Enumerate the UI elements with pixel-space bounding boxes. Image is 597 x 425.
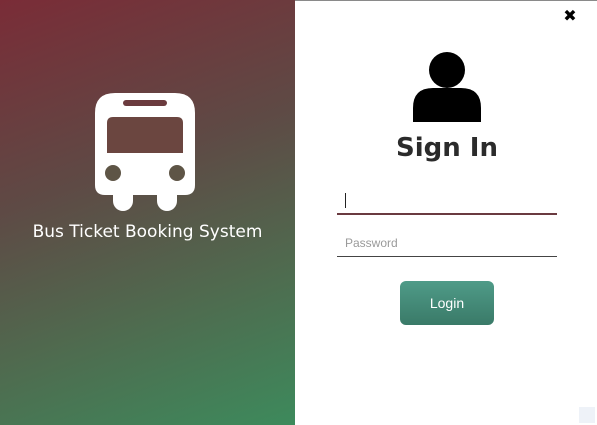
signin-heading: Sign In	[396, 133, 498, 163]
text-caret	[345, 193, 346, 208]
user-icon	[413, 52, 481, 122]
bus-icon	[95, 93, 195, 211]
app-title: Bus Ticket Booking System	[32, 222, 263, 242]
login-button[interactable]: Login	[400, 281, 494, 325]
branding-panel: Bus Ticket Booking System	[0, 0, 295, 425]
resize-grip[interactable]	[579, 407, 595, 423]
username-field[interactable]	[337, 187, 557, 215]
login-window: Bus Ticket Booking System ✖ Sign In Logi…	[0, 0, 597, 425]
password-field[interactable]	[337, 229, 557, 257]
close-button[interactable]: ✖	[562, 7, 578, 25]
